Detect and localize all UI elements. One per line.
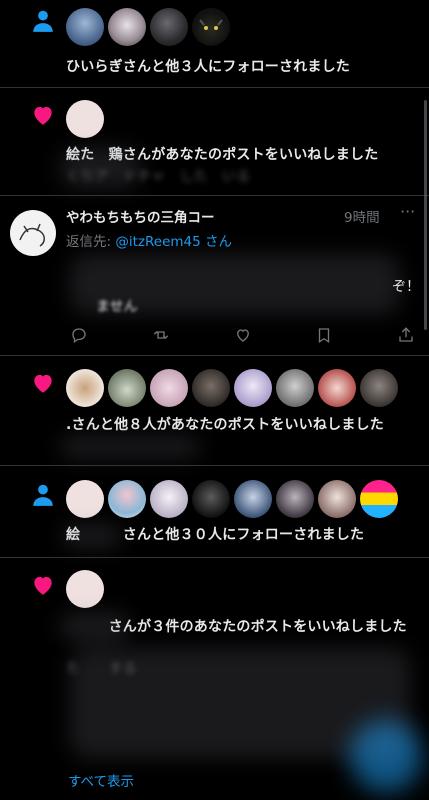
person-icon [33, 484, 53, 506]
avatar[interactable] [108, 369, 146, 407]
avatar[interactable] [66, 570, 104, 608]
person-icon [33, 10, 53, 32]
tweet-author[interactable]: やわもちもちの三角コー [66, 206, 215, 226]
avatar[interactable] [360, 480, 398, 518]
reply-mention[interactable]: @itzReem45 さん [115, 234, 232, 250]
show-all-link[interactable]: すべて表示 [68, 770, 134, 790]
tweet-time: 9時間 [344, 210, 380, 226]
notification-text: ひいらぎさんと他３人にフォローされました [66, 59, 350, 75]
notification-text: .さんと他８人があなたのポストをいいねしました [66, 417, 384, 433]
redaction-blur [60, 148, 140, 188]
scrollbar[interactable] [424, 100, 427, 330]
notification-follow[interactable]: ひいらぎさんと他３人にフォローされました [0, 0, 429, 88]
avatar[interactable] [66, 8, 104, 46]
avatar[interactable] [150, 369, 188, 407]
avatar[interactable] [150, 8, 188, 46]
heart-icon [34, 106, 52, 125]
avatar-group [66, 369, 398, 407]
avatar[interactable] [192, 369, 230, 407]
heart-icon [34, 576, 52, 595]
redaction-blur [62, 524, 122, 548]
tweet-avatar[interactable] [10, 210, 56, 256]
avatar[interactable] [192, 8, 230, 46]
avatar-group [66, 8, 230, 46]
share-icon[interactable] [397, 326, 415, 344]
avatar[interactable] [360, 369, 398, 407]
avatar[interactable] [108, 8, 146, 46]
tweet-body-fragment: ぞ！ [392, 279, 420, 295]
avatar[interactable] [318, 480, 356, 518]
compose-button[interactable] [350, 720, 422, 792]
notification-follow[interactable]: 絵 さんと他３０人にフォローされました [0, 466, 429, 558]
avatar[interactable] [234, 480, 272, 518]
avatar[interactable] [108, 480, 146, 518]
like-icon[interactable] [234, 326, 252, 344]
avatar[interactable] [276, 369, 314, 407]
reply-tweet[interactable]: やわもちもちの三角コー 9時間 ··· 返信先: @itzReem45 さん ぞ… [0, 196, 429, 356]
repost-icon[interactable] [152, 326, 170, 344]
avatar[interactable] [234, 369, 272, 407]
more-icon[interactable]: ··· [400, 202, 415, 221]
redaction-blur [60, 436, 200, 458]
tweet-actions [70, 326, 415, 344]
reply-icon[interactable] [70, 326, 88, 344]
avatar[interactable] [66, 480, 104, 518]
avatar[interactable] [66, 100, 104, 138]
avatar[interactable] [318, 369, 356, 407]
avatar[interactable] [150, 480, 188, 518]
notification-like[interactable]: .さんと他８人があなたのポストをいいねしました [0, 356, 429, 466]
reply-context: 返信先: @itzReem45 さん [66, 230, 232, 250]
redaction-blur [60, 612, 130, 642]
avatar-group [66, 570, 104, 608]
bookmark-icon[interactable] [315, 326, 333, 344]
avatar[interactable] [66, 369, 104, 407]
avatar-group [66, 100, 104, 138]
avatar[interactable] [276, 480, 314, 518]
reply-prefix: 返信先: [66, 234, 112, 250]
avatar[interactable] [192, 480, 230, 518]
notification-like[interactable]: 絵た 鶏さんがあなたのポストをいいねしました くりア ドチャ した いる [0, 88, 429, 196]
tweet-body-fragment: ません [96, 299, 138, 315]
heart-icon [34, 374, 52, 393]
avatar-group [66, 480, 398, 518]
